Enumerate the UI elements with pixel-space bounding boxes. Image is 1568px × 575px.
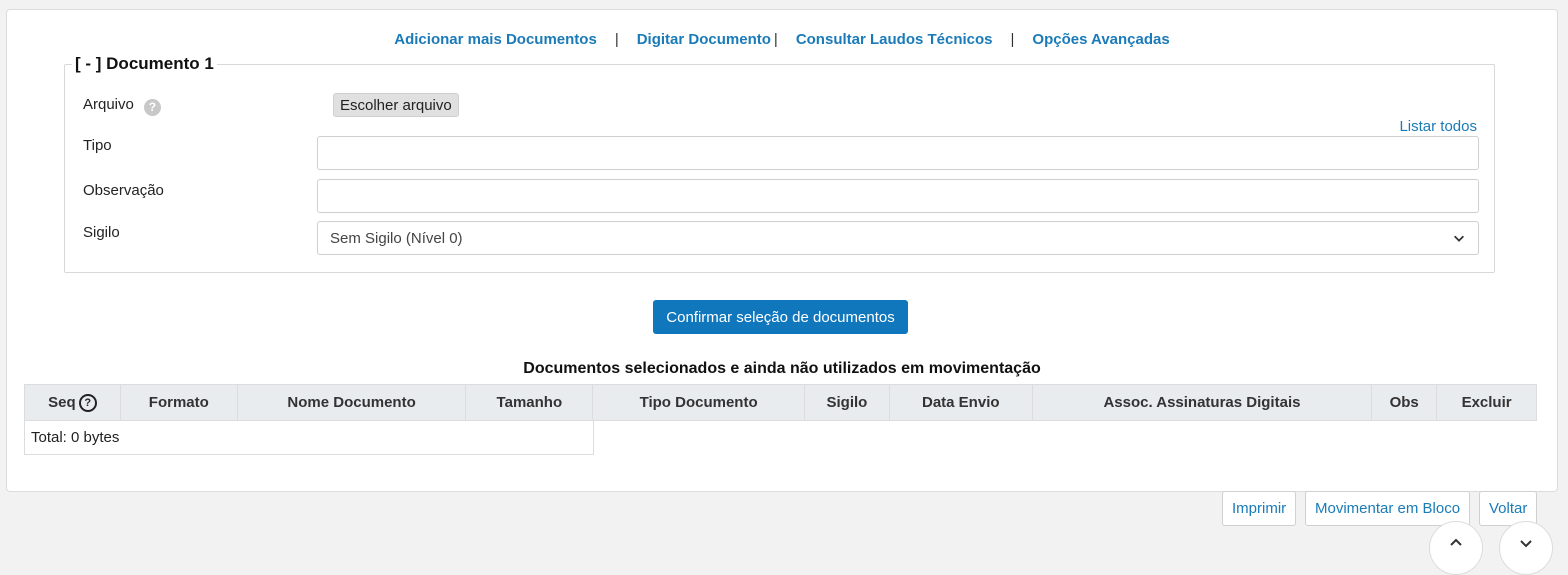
- column-header-size: Tamanho: [466, 385, 594, 420]
- top-links-bar: Adicionar mais Documentos | Digitar Docu…: [7, 31, 1557, 48]
- column-header-seq: Seq?: [25, 385, 121, 420]
- documents-table-header: Seq? Formato Nome Documento Tamanho Tipo…: [24, 384, 1537, 421]
- secrecy-select[interactable]: Sem Sigilo (Nível 0): [317, 221, 1479, 255]
- scroll-down-button[interactable]: [1499, 521, 1553, 575]
- total-size-cell: Total: 0 bytes: [24, 420, 594, 455]
- confirm-selection-button[interactable]: Confirmar seleção de documentos: [653, 300, 908, 334]
- type-document-link[interactable]: Digitar Documento: [637, 31, 771, 48]
- secrecy-label: Sigilo: [83, 224, 120, 241]
- file-label: Arquivo: [83, 96, 134, 113]
- print-button[interactable]: Imprimir: [1222, 491, 1297, 526]
- column-header-delete: Excluir: [1461, 394, 1512, 411]
- type-label: Tipo: [83, 137, 112, 154]
- technical-reports-link[interactable]: Consultar Laudos Técnicos: [796, 31, 993, 48]
- column-header-obs: Obs: [1372, 385, 1438, 420]
- secrecy-selected-value: Sem Sigilo (Nível 0): [330, 229, 463, 247]
- observation-input[interactable]: [317, 179, 1479, 213]
- list-all-link[interactable]: Listar todos: [1399, 118, 1477, 135]
- move-in-block-button[interactable]: Movimentar em Bloco: [1305, 491, 1471, 526]
- help-icon[interactable]: ?: [143, 99, 161, 116]
- document-1-legend[interactable]: [ - ] Documento 1: [72, 54, 217, 74]
- link-separator: |: [614, 31, 619, 48]
- document-1-fieldset: [ - ] Documento 1 Arquivo? Escolher arqu…: [64, 54, 1495, 273]
- chevron-down-icon: [1454, 235, 1464, 242]
- documents-panel: Adicionar mais Documentos | Digitar Docu…: [6, 9, 1558, 492]
- chevron-up-icon: [1450, 538, 1462, 546]
- column-header-document-type: Tipo Documento: [593, 385, 805, 420]
- help-icon[interactable]: ?: [78, 393, 97, 412]
- column-header-secrecy: Sigilo: [805, 385, 890, 420]
- advanced-options-link[interactable]: Opções Avançadas: [1032, 31, 1169, 48]
- scroll-up-button[interactable]: [1429, 521, 1483, 575]
- link-separator: |: [773, 31, 778, 48]
- column-header-document-name: Nome Documento: [238, 385, 467, 420]
- observation-label: Observação: [83, 182, 164, 199]
- column-header-format: Formato: [121, 385, 238, 420]
- column-header-send-date: Data Envio: [890, 385, 1033, 420]
- table-title: Documentos selecionados e ainda não util…: [523, 360, 1041, 377]
- chevron-down-icon: [1520, 540, 1532, 548]
- file-label-row: Arquivo?: [83, 96, 161, 116]
- link-separator: |: [1010, 31, 1015, 48]
- type-input[interactable]: [317, 136, 1479, 170]
- add-more-documents-link[interactable]: Adicionar mais Documentos: [394, 31, 597, 48]
- column-header-digital-signatures: Assoc. Assinaturas Digitais: [1033, 385, 1373, 420]
- choose-file-button[interactable]: Escolher arquivo: [333, 93, 459, 117]
